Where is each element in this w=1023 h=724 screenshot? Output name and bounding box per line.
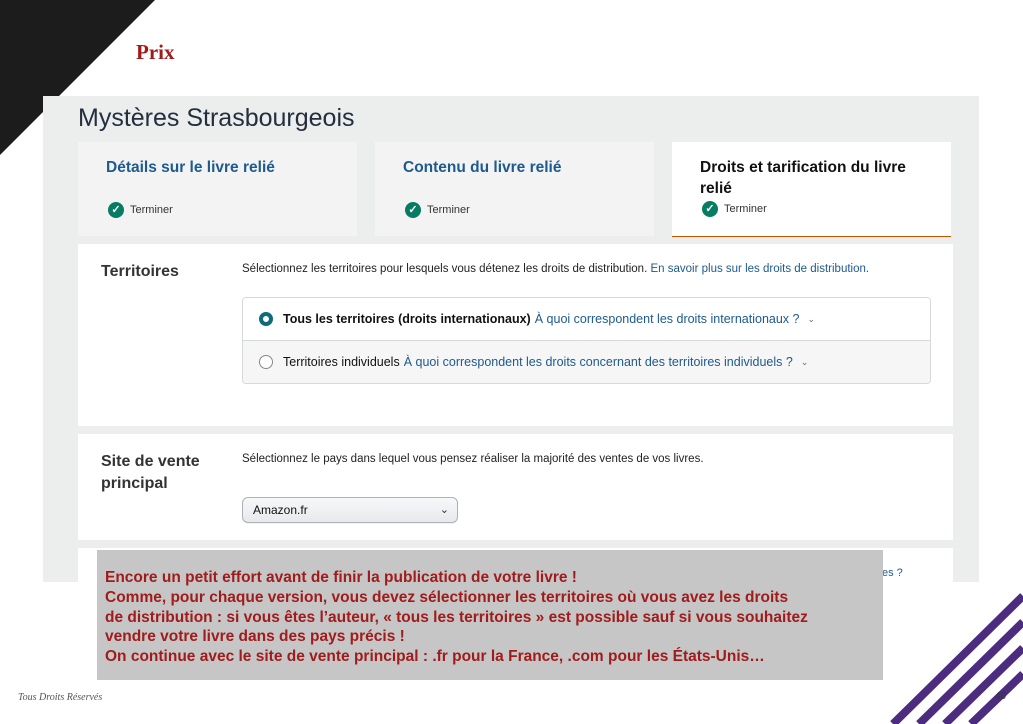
stripe	[916, 619, 1023, 724]
corner-stripes-decoration	[890, 593, 1023, 724]
stripe-gap	[930, 633, 1023, 724]
footer-copyright: Tous Droits Réservés	[18, 692, 103, 703]
stripe	[890, 593, 1023, 724]
page-number: 40	[995, 691, 1007, 702]
stripe-gap	[956, 659, 1023, 724]
